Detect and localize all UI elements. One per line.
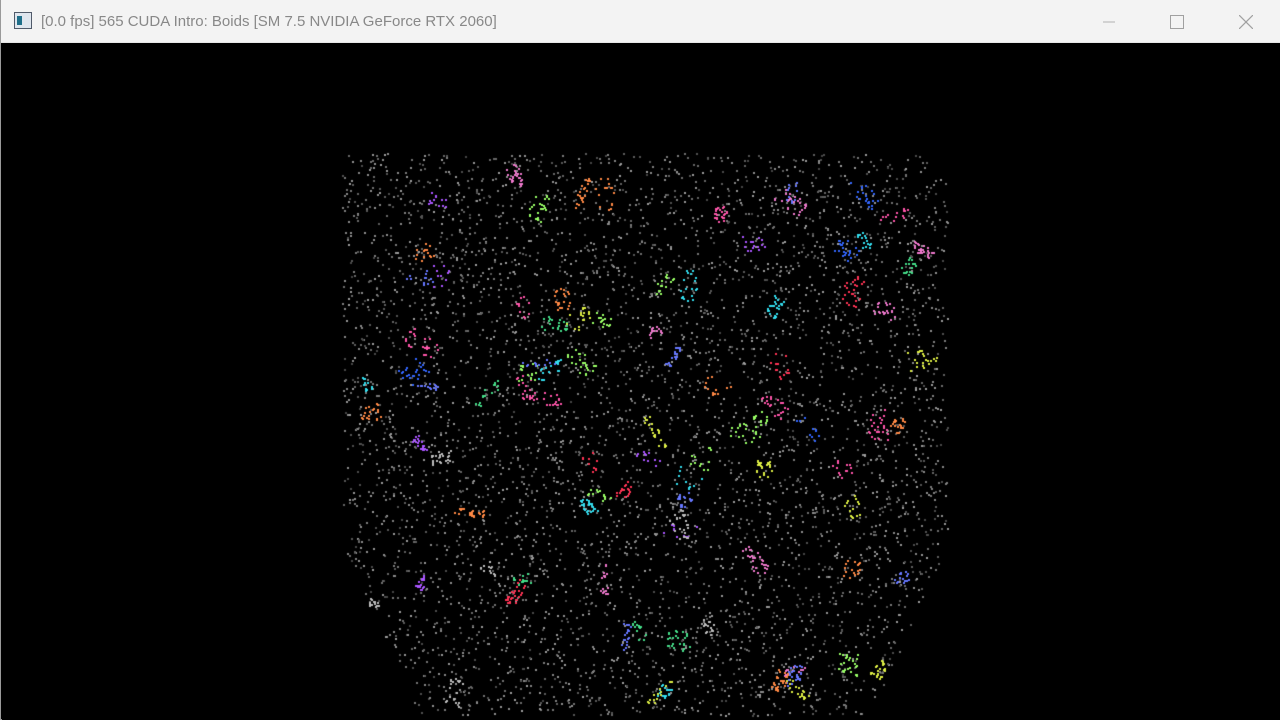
app-window: [0.0 fps] 565 CUDA Intro: Boids [SM 7.5 … — [0, 0, 1280, 720]
render-viewport[interactable] — [2, 43, 1280, 720]
title-bar[interactable]: [0.0 fps] 565 CUDA Intro: Boids [SM 7.5 … — [1, 0, 1280, 43]
minimize-button[interactable] — [1075, 0, 1143, 43]
app-window-icon — [14, 12, 32, 29]
window-title: [0.0 fps] 565 CUDA Intro: Boids [SM 7.5 … — [41, 13, 497, 30]
maximize-icon — [1170, 14, 1184, 29]
close-button[interactable] — [1212, 0, 1280, 43]
maximize-button[interactable] — [1143, 0, 1211, 43]
close-icon — [1239, 14, 1253, 29]
minimize-icon — [1103, 21, 1115, 22]
boids-canvas[interactable] — [2, 43, 1280, 720]
